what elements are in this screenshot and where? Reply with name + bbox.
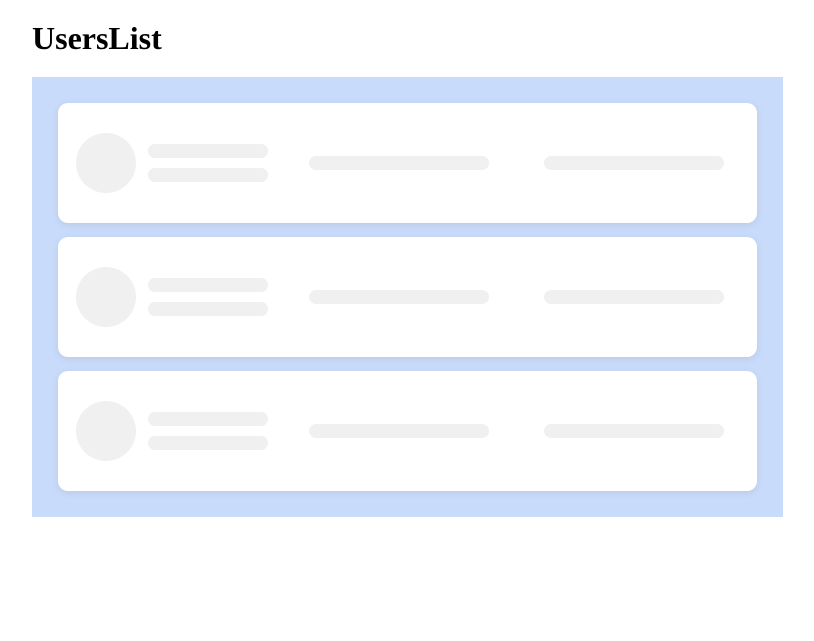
page-title: UsersList [0, 10, 814, 77]
avatar-column [76, 401, 268, 461]
name-line-placeholder [148, 412, 268, 426]
avatar-placeholder [76, 267, 136, 327]
name-line-placeholder [148, 278, 268, 292]
field-column [530, 290, 740, 304]
avatar-placeholder [76, 133, 136, 193]
field-column [294, 156, 504, 170]
name-line-placeholder [148, 302, 268, 316]
field-column [294, 290, 504, 304]
field-column [530, 156, 740, 170]
users-list-container [32, 77, 783, 517]
field-line-placeholder [309, 156, 489, 170]
avatar-placeholder [76, 401, 136, 461]
avatar-column [76, 133, 268, 193]
avatar-column [76, 267, 268, 327]
user-skeleton-card [58, 237, 757, 357]
name-line-placeholder [148, 168, 268, 182]
field-line-placeholder [309, 290, 489, 304]
name-lines [148, 412, 268, 450]
name-line-placeholder [148, 436, 268, 450]
name-line-placeholder [148, 144, 268, 158]
name-lines [148, 278, 268, 316]
user-skeleton-card [58, 103, 757, 223]
field-line-placeholder [544, 156, 724, 170]
field-line-placeholder [309, 424, 489, 438]
field-line-placeholder [544, 424, 724, 438]
field-line-placeholder [544, 290, 724, 304]
field-column [294, 424, 504, 438]
field-column [530, 424, 740, 438]
user-skeleton-card [58, 371, 757, 491]
name-lines [148, 144, 268, 182]
